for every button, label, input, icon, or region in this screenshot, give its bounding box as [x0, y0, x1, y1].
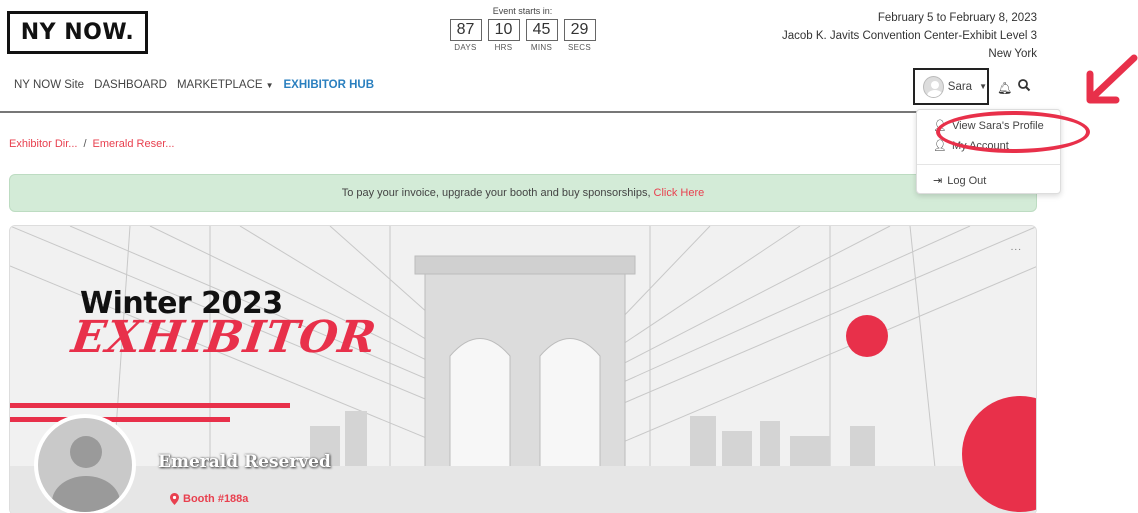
event-info: February 5 to February 8, 2023 Jacob K. … [782, 9, 1037, 63]
map-marker-icon [170, 493, 179, 505]
countdown-value: 87 [449, 19, 482, 41]
user-name: Sara [947, 80, 973, 93]
countdown-seconds: 29 SECS [563, 19, 596, 52]
chevron-down-icon: ▼ [265, 81, 274, 90]
event-countdown: Event starts in: 87 DAYS 10 HRS 45 MINS … [440, 6, 605, 52]
menu-item-label: Log Out [947, 174, 987, 187]
breadcrumb: Exhibitor Dir... / Emerald Reser... [9, 138, 174, 150]
alert-text: To pay your invoice, upgrade your booth … [341, 187, 651, 199]
click-here-link[interactable]: Click Here [654, 187, 705, 199]
view-profile-menu-item[interactable]: 👤︎ View Sara's Profile [933, 119, 1044, 133]
menu-item-label: My Account [951, 139, 1009, 152]
countdown-value: 45 [525, 19, 558, 41]
countdown-value: 10 [487, 19, 520, 41]
user-menu-button[interactable]: Sara ▼ [913, 68, 989, 105]
event-dates: February 5 to February 8, 2023 [877, 12, 1037, 24]
my-account-menu-item[interactable]: 👤︎ My Account [933, 139, 1009, 153]
user-dropdown-menu: 👤︎ View Sara's Profile 👤︎ My Account ⇥ L… [916, 109, 1061, 194]
banner-subtitle: EXHIBITOR [68, 312, 380, 363]
invoice-alert: To pay your invoice, upgrade your booth … [9, 174, 1037, 212]
exhibitor-banner-card: ... Winter 2023 EXHIBITOR Emerald Reserv… [9, 225, 1037, 513]
bell-icon[interactable]: 🔔︎ [997, 81, 1012, 95]
more-options-icon[interactable]: ... [1011, 242, 1022, 253]
search-icon[interactable] [1017, 78, 1031, 92]
breadcrumb-separator: / [83, 138, 87, 150]
breadcrumb-item[interactable]: Exhibitor Dir... [9, 138, 77, 150]
countdown-value: 29 [563, 19, 596, 41]
log-out-menu-item[interactable]: ⇥ Log Out [933, 174, 987, 188]
event-city: New York [988, 48, 1037, 60]
chevron-down-icon: ▼ [979, 82, 987, 91]
countdown-unit-label: HRS [494, 43, 513, 52]
pointer-arrow-annotation [1086, 54, 1138, 104]
user-icon: 👤︎ [933, 120, 947, 132]
countdown-days: 87 DAYS [449, 19, 482, 52]
nav-item-marketplace[interactable]: MARKETPLACE ▼ [177, 79, 274, 91]
booth-label: Booth #188a [183, 493, 249, 505]
nav-item-label: MARKETPLACE [176, 79, 263, 91]
menu-item-label: View Sara's Profile [951, 119, 1044, 132]
nav-item-nynow-site[interactable]: NY NOW Site [14, 79, 84, 91]
countdown-unit-label: DAYS [454, 43, 477, 52]
company-avatar [34, 414, 136, 513]
countdown-hours: 10 HRS [487, 19, 520, 52]
countdown-unit-label: MINS [530, 43, 553, 52]
breadcrumb-item[interactable]: Emerald Reser... [93, 138, 175, 150]
nav-item-exhibitor-hub[interactable]: EXHIBITOR HUB [284, 79, 375, 91]
company-name: Emerald Reserved [158, 452, 331, 472]
countdown-label: Event starts in: [492, 6, 553, 16]
ny-now-logo[interactable]: NY NOW. [7, 11, 148, 54]
nav-item-dashboard[interactable]: DASHBOARD [94, 79, 167, 91]
sign-out-icon: ⇥ [933, 175, 943, 187]
event-venue: Jacob K. Javits Convention Center-Exhibi… [781, 30, 1037, 42]
countdown-minutes: 45 MINS [525, 19, 558, 52]
main-nav: NY NOW Site DASHBOARD MARKETPLACE ▼ EXHIB… [14, 79, 374, 91]
header-divider [0, 111, 1040, 113]
user-edit-icon: 👤︎ [933, 140, 947, 152]
avatar [923, 75, 944, 98]
countdown-unit-label: SECS [568, 43, 591, 52]
booth-number: Booth #188a [170, 493, 248, 505]
dropdown-divider [917, 164, 1060, 165]
